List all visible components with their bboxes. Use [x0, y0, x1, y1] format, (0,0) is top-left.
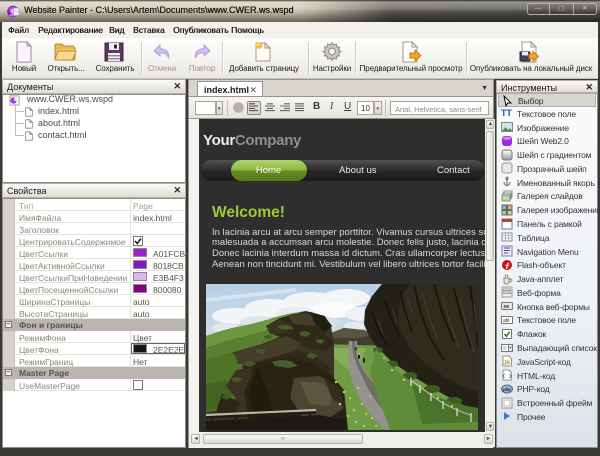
svg-text:abl: abl	[503, 318, 509, 324]
svg-text:JS: JS	[504, 361, 511, 367]
svg-text:php: php	[503, 387, 511, 392]
svg-text:ок: ок	[504, 304, 510, 310]
